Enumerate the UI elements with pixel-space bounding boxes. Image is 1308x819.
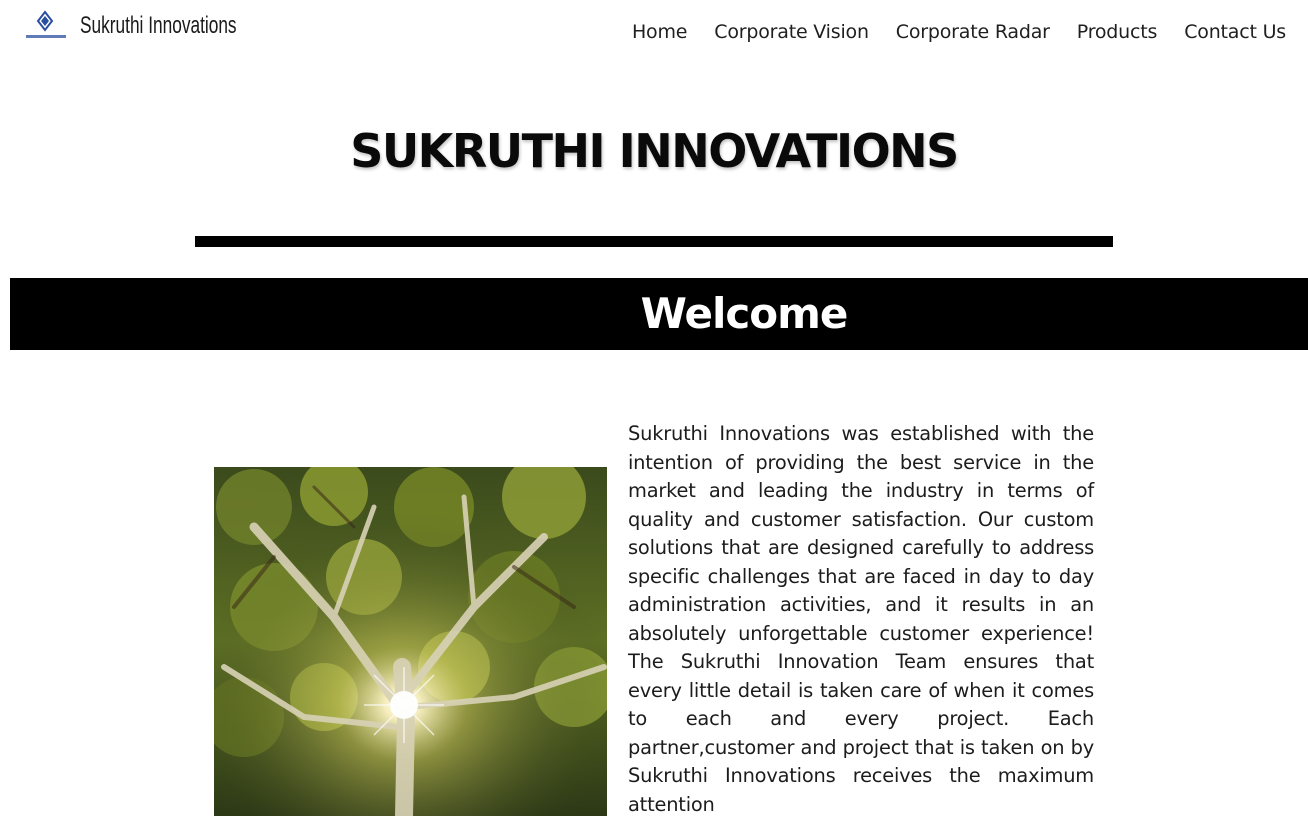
tree-canopy-image — [214, 467, 607, 816]
sukruthi-logo-icon — [24, 10, 68, 42]
nav-contact-us[interactable]: Contact Us — [1184, 21, 1286, 43]
welcome-banner: Welcome — [10, 278, 1308, 350]
brand-home-link[interactable]: Sukruthi Innovations — [24, 10, 297, 42]
main-nav: Home Corporate Vision Corporate Radar Pr… — [605, 21, 1286, 43]
nav-corporate-radar[interactable]: Corporate Radar — [896, 21, 1050, 43]
hero-title: SUKRUTHI INNOVATIONS — [350, 124, 959, 178]
welcome-heading: Welcome — [640, 289, 849, 338]
hero-divider — [195, 236, 1113, 247]
intro-paragraph: Sukruthi Innovations was established wit… — [628, 422, 1094, 816]
nav-corporate-vision[interactable]: Corporate Vision — [714, 21, 869, 43]
nav-products[interactable]: Products — [1077, 21, 1158, 43]
nav-home[interactable]: Home — [632, 21, 688, 43]
top-navbar: Sukruthi Innovations Home Corporate Visi… — [0, 0, 1308, 68]
brand-name: Sukruthi Innovations — [80, 12, 237, 39]
